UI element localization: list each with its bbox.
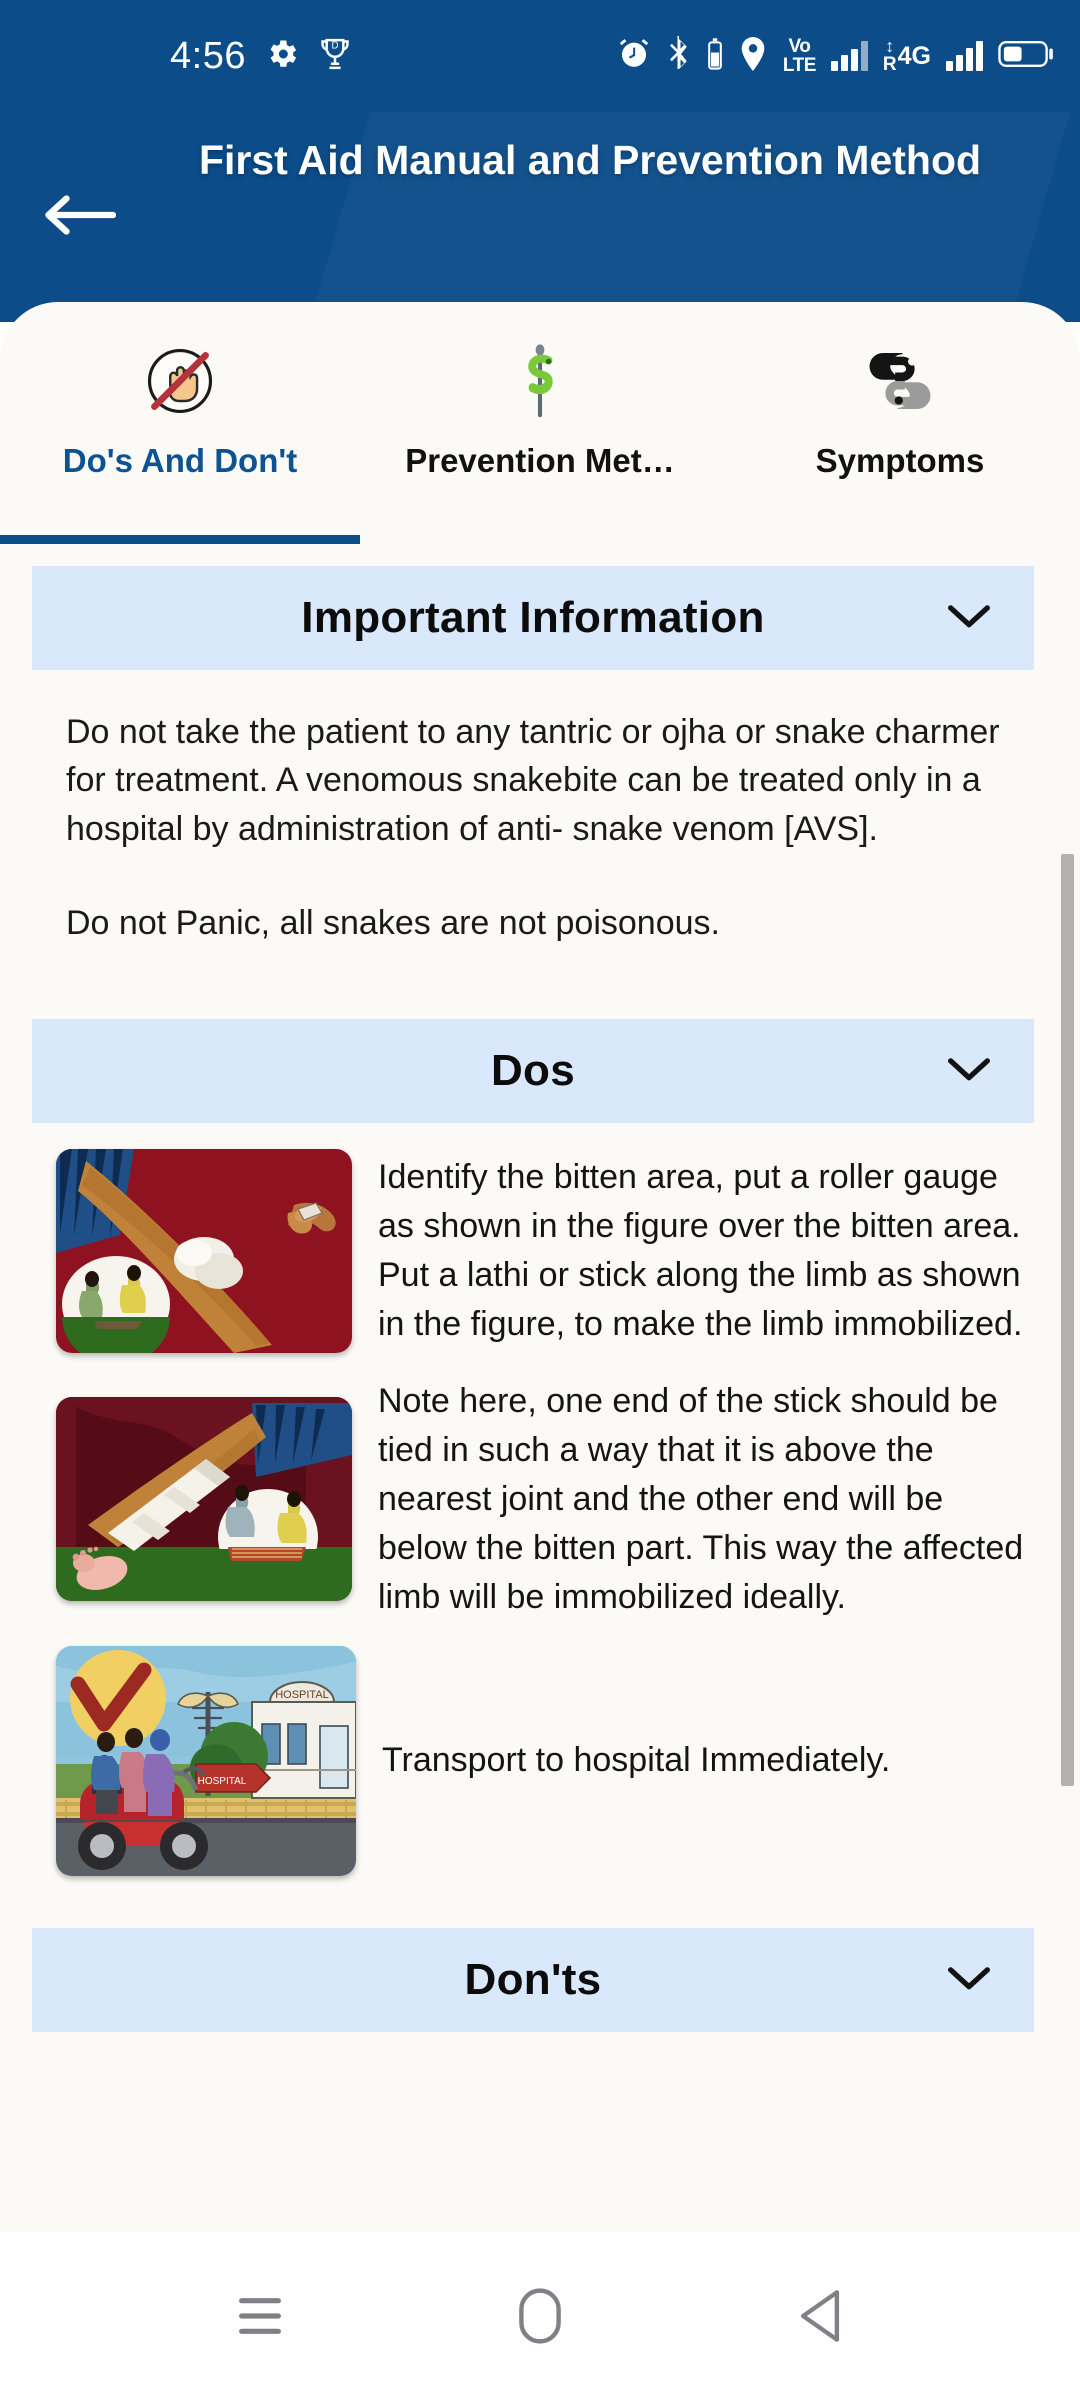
content-sheet: Do's And Don't Prevention Met… Symptoms … xyxy=(0,302,1080,2232)
roller-gauge-on-arm-illustration xyxy=(56,1149,352,1354)
tab-label: Symptoms xyxy=(815,442,985,479)
volte-indicator: Vo LTE xyxy=(783,37,816,75)
section-header-important-information[interactable]: Important Information xyxy=(32,566,1034,670)
status-bar: 4:56 D Vo LTE ↕ R 4G xyxy=(0,0,1080,112)
back-triangle-icon[interactable] xyxy=(760,2256,880,2376)
status-bar-right: Vo LTE ↕ R 4G xyxy=(617,35,1054,77)
recents-icon[interactable] xyxy=(200,2256,320,2376)
battery-icon xyxy=(998,39,1054,74)
alarm-icon xyxy=(617,37,651,76)
svg-text:HOSPITAL: HOSPITAL xyxy=(275,1689,329,1701)
list-item-text: Transport to hospital Immediately. xyxy=(382,1741,891,1780)
volte-line-1: Vo xyxy=(788,36,811,57)
tab-dos-and-donts[interactable]: Do's And Don't xyxy=(0,302,360,544)
bt-battery-icon xyxy=(707,37,723,75)
scooter-to-hospital-illustration: HOSPITAL HOSPITAL xyxy=(56,1645,356,1876)
tab-bar: Do's And Don't Prevention Met… Symptoms xyxy=(0,302,1080,544)
volte-line-2: LTE xyxy=(782,55,816,76)
network-label: 4G xyxy=(897,41,931,70)
home-icon[interactable] xyxy=(480,2256,600,2376)
bluetooth-icon xyxy=(666,35,692,77)
updown-arrows-icon: ↕ xyxy=(885,36,895,57)
tab-label: Do's And Don't xyxy=(62,442,298,479)
list-item[interactable]: HOSPITAL HOSPITAL Transport to hospital … xyxy=(56,1645,1034,1876)
info-paragraph: Do not Panic, all snakes are not poisono… xyxy=(66,903,720,942)
tab-label: Prevention Met… xyxy=(405,442,675,479)
active-tab-underline xyxy=(0,535,360,544)
trophy-icon: D xyxy=(318,36,352,77)
svg-text:HOSPITAL: HOSPITAL xyxy=(198,1776,247,1787)
chevron-down-icon[interactable] xyxy=(946,1055,992,1088)
system-navigation-bar xyxy=(0,2232,1080,2400)
section-header-dos[interactable]: Dos xyxy=(32,1019,1034,1124)
status-bar-clock: 4:56 xyxy=(170,34,246,77)
section-title: Don'ts xyxy=(464,1954,602,2004)
important-information-body: Do not take the patient to any tantric o… xyxy=(0,670,1080,947)
chevron-down-icon[interactable] xyxy=(946,1963,992,1996)
app-screen: 4:56 D Vo LTE ↕ R 4G First Aid Manual an… xyxy=(0,0,1080,2400)
tab-prevention-method[interactable]: Prevention Met… xyxy=(360,302,720,544)
section-header-donts[interactable]: Don'ts xyxy=(32,1927,1034,2032)
network-indicator: ↕ R 4G xyxy=(882,36,931,75)
section-title: Important Information xyxy=(301,593,765,642)
chevron-down-icon[interactable] xyxy=(946,602,992,635)
section-title: Dos xyxy=(490,1046,576,1096)
signal-bars-sim2 xyxy=(946,41,983,71)
location-icon xyxy=(738,36,768,76)
back-button[interactable] xyxy=(44,190,117,240)
list-item[interactable]: Identify the bitten area, put a roller g… xyxy=(56,1149,1034,1354)
svg-text:D: D xyxy=(331,40,338,51)
list-item[interactable]: Note here, one end of the stick should b… xyxy=(56,1377,1034,1622)
vertical-scrollbar[interactable] xyxy=(1061,854,1074,1786)
splinted-bandaged-leg-illustration xyxy=(56,1397,352,1602)
page-title: First Aid Manual and Prevention Method xyxy=(198,137,982,183)
signal-bars-sim1 xyxy=(830,41,868,71)
info-paragraph: Do not take the patient to any tantric o… xyxy=(66,713,1000,848)
app-bar: First Aid Manual and Prevention Method xyxy=(0,112,1080,322)
scroll-content[interactable]: Important Information Do not take the pa… xyxy=(0,544,1080,2232)
list-item-text: Note here, one end of the stick should b… xyxy=(378,1382,1024,1616)
no-touch-hand-icon xyxy=(141,342,219,420)
list-item-text: Identify the bitten area, put a roller g… xyxy=(378,1158,1023,1344)
question-marks-icon xyxy=(861,342,939,420)
status-bar-left: 4:56 D xyxy=(170,35,352,78)
gear-icon xyxy=(264,36,300,77)
asclepius-staff-icon xyxy=(501,342,579,420)
tab-symptoms[interactable]: Symptoms xyxy=(720,302,1080,544)
roaming-label: R xyxy=(882,53,897,75)
